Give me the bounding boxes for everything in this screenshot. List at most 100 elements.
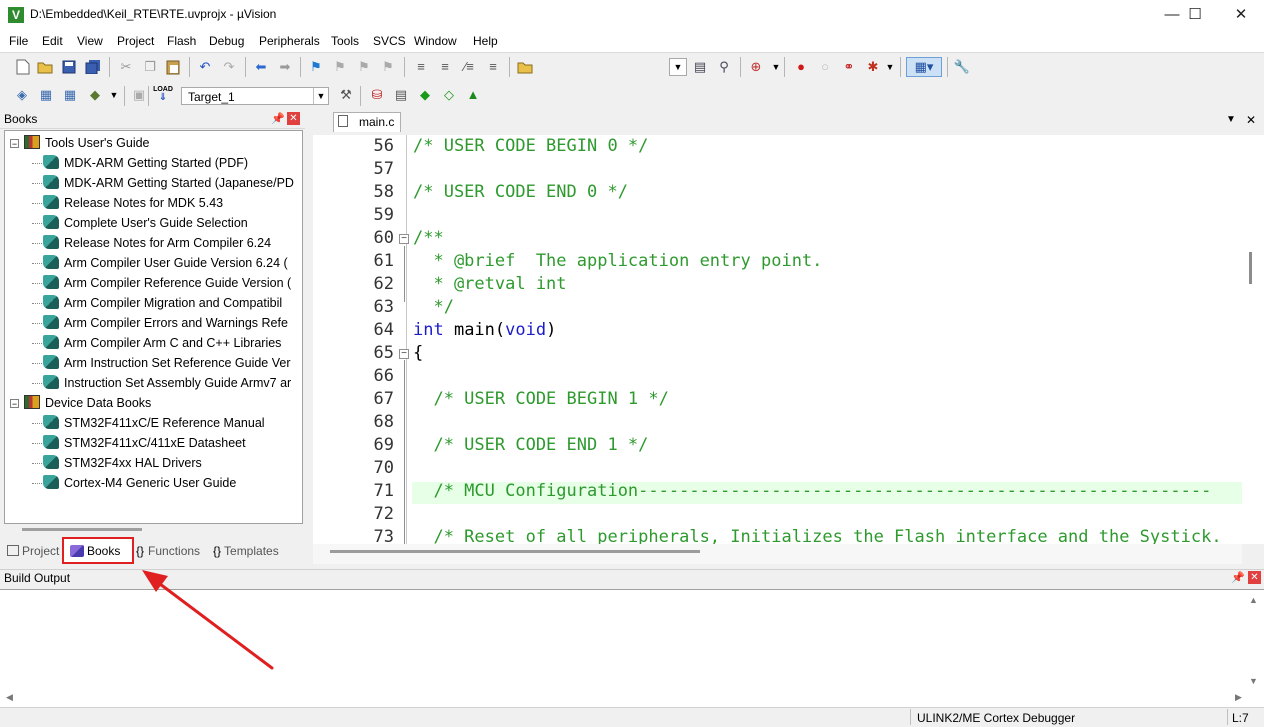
breakpoint-disable-icon[interactable]: ○ bbox=[816, 58, 834, 76]
bookmark-toggle-icon[interactable]: ⚑ bbox=[307, 58, 325, 76]
pin-icon[interactable]: 📌 bbox=[1231, 571, 1245, 584]
navigate-forward-icon[interactable]: ➡ bbox=[276, 58, 294, 76]
incremental-find-icon[interactable]: ▤ bbox=[691, 58, 709, 76]
fold-collapse-icon[interactable]: − bbox=[399, 349, 409, 359]
tab-templates[interactable]: {} Templates bbox=[213, 544, 279, 558]
book-item[interactable]: STM32F411xC/E Reference Manual bbox=[43, 413, 301, 433]
book-item[interactable]: Arm Compiler Arm C and C++ Libraries bbox=[43, 333, 301, 353]
batch-build-dropdown-icon[interactable]: ▼ bbox=[105, 86, 123, 104]
new-file-icon[interactable] bbox=[14, 58, 32, 76]
menu-svcs[interactable]: SVCS bbox=[373, 34, 406, 48]
book-item[interactable]: STM32F411xC/411xE Datasheet bbox=[43, 433, 301, 453]
tree-expander-icon[interactable]: − bbox=[10, 399, 19, 409]
configure-icon[interactable]: 🔧 bbox=[953, 58, 971, 76]
book-item[interactable]: Release Notes for MDK 5.43 bbox=[43, 193, 301, 213]
book-item[interactable]: Arm Compiler User Guide Version 6.24 ( bbox=[43, 253, 301, 273]
save-all-icon[interactable] bbox=[84, 58, 102, 76]
bookmark-next-icon[interactable]: ⚑ bbox=[355, 58, 373, 76]
build-icon[interactable]: ▦ bbox=[37, 86, 55, 104]
menu-flash[interactable]: Flash bbox=[167, 34, 196, 48]
redo-icon[interactable]: ↷ bbox=[220, 58, 238, 76]
bookmark-previous-icon[interactable]: ⚑ bbox=[331, 58, 349, 76]
stop-build-icon[interactable]: ▣ bbox=[130, 86, 148, 104]
menu-tools[interactable]: Tools bbox=[331, 34, 359, 48]
indent-icon[interactable]: ≡ bbox=[412, 58, 430, 76]
close-window-button[interactable]: ✕ bbox=[1218, 0, 1264, 30]
tab-project[interactable]: Project bbox=[7, 544, 59, 558]
editor-vertical-scroll-thumb[interactable] bbox=[1249, 252, 1252, 284]
book-item[interactable]: Arm Instruction Set Reference Guide Ver bbox=[43, 353, 301, 373]
menu-view[interactable]: View bbox=[77, 34, 103, 48]
find-dropdown[interactable]: ▼ bbox=[669, 58, 687, 76]
tab-list-chevron-icon[interactable]: ▼ bbox=[1226, 114, 1236, 125]
fold-collapse-icon[interactable]: − bbox=[399, 234, 409, 244]
book-item[interactable]: MDK-ARM Getting Started (Japanese/PD bbox=[43, 173, 301, 193]
book-item[interactable]: Release Notes for Arm Compiler 6.24 bbox=[43, 233, 301, 253]
breakpoint-kill-all-icon[interactable]: ✱ bbox=[864, 58, 882, 76]
rebuild-icon[interactable]: ▦ bbox=[61, 86, 79, 104]
find-in-files-icon[interactable] bbox=[516, 58, 534, 76]
pack-manager-icon[interactable]: ▲ bbox=[464, 86, 482, 104]
menu-edit[interactable]: Edit bbox=[42, 34, 63, 48]
book-item[interactable]: Arm Compiler Migration and Compatibil bbox=[43, 293, 301, 313]
close-tab-icon[interactable]: ✕ bbox=[1246, 113, 1256, 127]
book-item[interactable]: Cortex-M4 Generic User Guide bbox=[43, 473, 301, 493]
debug-start-icon[interactable]: ⊕ bbox=[747, 58, 765, 76]
build-output-close-icon[interactable]: ✕ bbox=[1248, 571, 1261, 584]
tab-books[interactable]: Books bbox=[70, 544, 120, 558]
scroll-down-icon[interactable]: ▼ bbox=[1249, 676, 1258, 686]
pack-installer-icon[interactable]: ◆ bbox=[416, 86, 434, 104]
book-group[interactable]: Device Data Books bbox=[24, 393, 151, 413]
save-icon[interactable] bbox=[60, 58, 78, 76]
build-output-area[interactable] bbox=[0, 589, 1264, 708]
menu-peripherals[interactable]: Peripherals bbox=[259, 34, 320, 48]
tree-expander-icon[interactable]: − bbox=[10, 139, 19, 149]
paste-icon[interactable] bbox=[164, 58, 182, 76]
menu-project[interactable]: Project bbox=[117, 34, 154, 48]
books-panel-close-icon[interactable]: ✕ bbox=[287, 112, 300, 125]
maximize-button[interactable]: ☐ bbox=[1172, 0, 1218, 30]
menu-window[interactable]: Window bbox=[414, 34, 457, 48]
menu-file[interactable]: File bbox=[9, 34, 28, 48]
menu-debug[interactable]: Debug bbox=[209, 34, 244, 48]
books-tree-scrollbar[interactable] bbox=[22, 528, 142, 531]
window-layout-icon[interactable]: ▦▾ bbox=[906, 57, 942, 77]
copy-icon[interactable]: ❐ bbox=[141, 58, 159, 76]
options-for-target-icon[interactable]: ⚒ bbox=[337, 86, 355, 104]
book-item[interactable]: MDK-ARM Getting Started (PDF) bbox=[43, 153, 301, 173]
select-software-packs-icon[interactable]: ▤ bbox=[392, 86, 410, 104]
debug-dropdown-icon[interactable]: ▼ bbox=[767, 58, 785, 76]
find-icon[interactable]: ⚲ bbox=[715, 58, 733, 76]
tab-functions[interactable]: {} Functions bbox=[136, 544, 200, 558]
manage-project-items-icon[interactable]: ⛁ bbox=[368, 86, 386, 104]
pin-icon[interactable]: 📌 bbox=[271, 112, 285, 125]
menu-help[interactable]: Help bbox=[473, 34, 498, 48]
book-group[interactable]: Tools User's Guide bbox=[24, 133, 150, 153]
breakpoint-dropdown-icon[interactable]: ▼ bbox=[881, 58, 899, 76]
book-item[interactable]: Complete User's Guide Selection bbox=[43, 213, 301, 233]
book-item[interactable]: Arm Compiler Reference Guide Version ( bbox=[43, 273, 301, 293]
cut-icon[interactable]: ✂ bbox=[117, 58, 135, 76]
undo-icon[interactable]: ↶ bbox=[196, 58, 214, 76]
load-download-icon[interactable]: LOAD ⇓ bbox=[153, 85, 173, 103]
comment-icon[interactable]: ⁄≡ bbox=[460, 58, 478, 76]
breakpoint-disable-all-icon[interactable]: ⚭ bbox=[840, 58, 858, 76]
book-item[interactable]: Instruction Set Assembly Guide Armv7 ar bbox=[43, 373, 301, 393]
uncomment-icon[interactable]: ≡ bbox=[484, 58, 502, 76]
batch-build-icon[interactable]: ◆ bbox=[86, 86, 104, 104]
scroll-up-icon[interactable]: ▲ bbox=[1249, 595, 1258, 605]
book-item[interactable]: STM32F4xx HAL Drivers bbox=[43, 453, 301, 473]
editor-horizontal-scroll-thumb[interactable] bbox=[330, 550, 700, 553]
open-folder-icon[interactable] bbox=[36, 58, 54, 76]
book-item[interactable]: Arm Compiler Errors and Warnings Refe bbox=[43, 313, 301, 333]
bookmark-clear-icon[interactable]: ⚑ bbox=[379, 58, 397, 76]
editor-horizontal-scrollbar[interactable] bbox=[313, 544, 1242, 564]
breakpoint-insert-icon[interactable]: ● bbox=[792, 58, 810, 76]
navigate-back-icon[interactable]: ⬅ bbox=[252, 58, 270, 76]
scroll-right-icon[interactable]: ▶ bbox=[1235, 692, 1242, 703]
target-select[interactable]: Target_1 ▼ bbox=[181, 87, 329, 105]
editor-vertical-scrollbar[interactable] bbox=[1242, 135, 1264, 544]
unindent-icon[interactable]: ≡ bbox=[436, 58, 454, 76]
manage-rte-icon[interactable]: ◇ bbox=[440, 86, 458, 104]
scroll-left-icon[interactable]: ◀ bbox=[6, 692, 13, 703]
